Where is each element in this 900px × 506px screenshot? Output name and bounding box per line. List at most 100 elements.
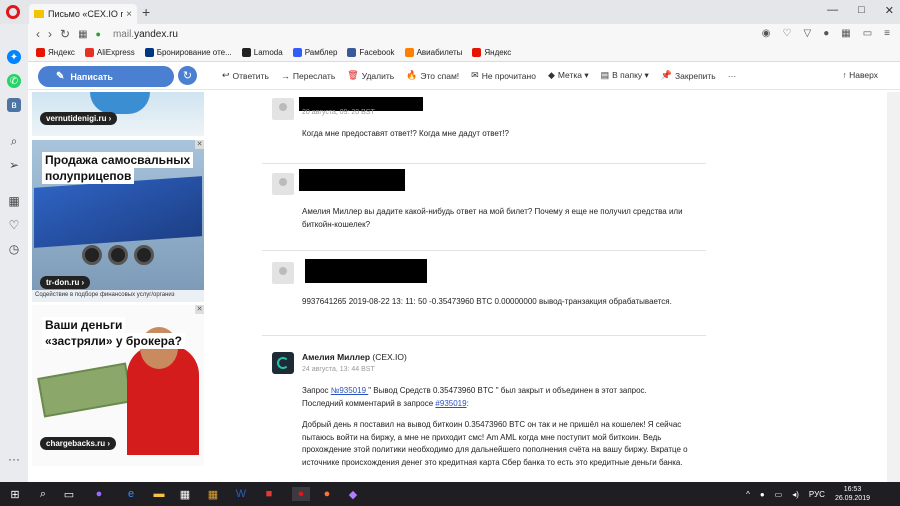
network-icon[interactable]: ▭ bbox=[775, 490, 783, 499]
tab-close-button[interactable]: × bbox=[126, 9, 132, 20]
ad-headline: Продажа самосвальных bbox=[42, 152, 194, 168]
new-tab-button[interactable]: + bbox=[142, 4, 150, 20]
message-body: Амелия Миллер вы дадите какой-нибудь отв… bbox=[302, 207, 683, 229]
language-indicator[interactable]: РУС bbox=[809, 490, 825, 499]
tray-app-icon[interactable]: ● bbox=[760, 490, 765, 499]
mail-thread: 20 августа, 09: 20 BST Когда мне предост… bbox=[212, 92, 887, 482]
bookmark-item[interactable]: Авиабилеты bbox=[404, 48, 462, 57]
search-icon[interactable]: ⌕ bbox=[36, 487, 50, 501]
request-link[interactable]: №935019 bbox=[331, 386, 369, 395]
opera-sidebar: ✦ ✆ в ⌕ ➢ ▦ ♡ ◷ ··· bbox=[0, 24, 28, 482]
action-icon: ▤ bbox=[600, 70, 610, 80]
menu-icon[interactable]: ≡ bbox=[884, 28, 890, 39]
bookmark-item[interactable]: Lamoda bbox=[241, 48, 283, 57]
back-arrow-icon[interactable]: ‹ bbox=[36, 27, 40, 41]
url-field[interactable]: mail.yandex.ru bbox=[113, 29, 178, 40]
whatsapp-icon[interactable]: ✆ bbox=[7, 74, 21, 88]
compose-button[interactable]: ✎ Написать bbox=[38, 66, 174, 87]
message-date: 20 августа, 09: 20 BST bbox=[302, 109, 375, 116]
task-view-icon[interactable]: ▭ bbox=[62, 487, 76, 501]
bookmark-label: Lamoda bbox=[253, 48, 283, 57]
opera-menu-icon[interactable] bbox=[6, 5, 20, 19]
vk-icon[interactable]: в bbox=[7, 98, 21, 112]
store-icon[interactable]: ▦ bbox=[178, 487, 192, 501]
camera-icon[interactable]: ◉ bbox=[762, 28, 771, 39]
bookmark-label: Facebook bbox=[359, 48, 395, 57]
piggy-bank-image bbox=[90, 92, 150, 114]
clock[interactable]: 16:53 26.09.2019 bbox=[835, 485, 870, 503]
action-button[interactable]: ◆ Метка ▾ bbox=[548, 70, 589, 81]
truck-image bbox=[34, 176, 202, 248]
pen-icon: ✎ bbox=[56, 71, 65, 82]
mail-tab-icon bbox=[34, 10, 44, 18]
ad-domain-tag[interactable]: vernutidenigi.ru › bbox=[40, 112, 118, 125]
ad-close-icon[interactable]: ✕ bbox=[195, 140, 204, 149]
extensions-icon[interactable]: ▦ bbox=[841, 28, 850, 39]
battery-icon[interactable]: ▭ bbox=[863, 28, 872, 39]
bookmark-item[interactable]: Бронирование оте... bbox=[144, 48, 232, 57]
heart-bookmark-icon[interactable]: ♡ bbox=[783, 28, 792, 39]
action-button[interactable]: ✉ Не прочитано bbox=[471, 70, 536, 81]
browser-tab[interactable]: Письмо «CEX.IO request» × bbox=[29, 4, 137, 24]
bookmark-item[interactable]: Яндекс bbox=[36, 48, 75, 57]
scroll-top-button[interactable]: ↑ Наверх bbox=[842, 70, 878, 80]
sender-name[interactable]: Амелия Миллер (CEX.IO) bbox=[302, 352, 407, 362]
close-window-button[interactable]: ✕ bbox=[885, 4, 894, 17]
ad-close-icon[interactable]: ✕ bbox=[195, 305, 204, 314]
bookmark-item[interactable]: Яндекс bbox=[472, 48, 511, 57]
download-icon[interactable]: ▽ bbox=[804, 28, 812, 39]
chevron-up-icon[interactable]: ^ bbox=[746, 490, 750, 499]
action-label: Закрепить bbox=[675, 70, 716, 81]
bookmark-item[interactable]: AliExpress bbox=[84, 48, 135, 57]
scrollbar[interactable] bbox=[887, 92, 900, 482]
reload-icon[interactable]: ↻ bbox=[60, 27, 70, 41]
bookmark-label: Яндекс bbox=[484, 48, 512, 57]
more-icon[interactable]: ··· bbox=[7, 452, 21, 466]
history-icon[interactable]: ◷ bbox=[7, 242, 21, 256]
bookmark-favicon-icon bbox=[84, 48, 94, 57]
ad-domain-tag[interactable]: tr-don.ru › bbox=[40, 276, 91, 289]
action-button[interactable]: ··· bbox=[728, 70, 737, 81]
scroll-top-label: Наверх bbox=[849, 70, 878, 80]
bookmark-favicon-icon bbox=[347, 48, 357, 57]
sender-avatar bbox=[272, 262, 294, 284]
ad-chargebacks[interactable]: Ваши деньги «застряли» у брокера? charge… bbox=[32, 305, 204, 466]
minimize-button[interactable]: — bbox=[827, 4, 838, 17]
action-label: Метка ▾ bbox=[557, 70, 589, 80]
ad-tr-don[interactable]: Продажа самосвальных полуприцепов tr-don… bbox=[32, 140, 204, 302]
bookmark-item[interactable]: Рамблер bbox=[292, 48, 337, 57]
forward-arrow-icon[interactable]: › bbox=[48, 27, 52, 41]
app-icon[interactable]: ▦ bbox=[206, 487, 220, 501]
app-icon[interactable]: ◆ bbox=[346, 487, 360, 501]
alice-icon[interactable]: ● bbox=[92, 487, 106, 501]
word-icon[interactable]: W bbox=[234, 487, 248, 501]
money-image bbox=[37, 362, 133, 418]
refresh-button[interactable]: ↻ bbox=[178, 66, 197, 85]
bookmark-item[interactable]: Facebook bbox=[347, 48, 395, 57]
windows-start-icon[interactable]: ⊞ bbox=[8, 487, 22, 501]
heart-icon[interactable]: ♡ bbox=[7, 218, 21, 232]
action-button[interactable]: 🔥 Это спам! bbox=[406, 70, 459, 81]
ad-vernutidenigi[interactable]: vernutidenigi.ru › bbox=[32, 92, 204, 136]
request-link[interactable]: #935019 bbox=[435, 399, 466, 408]
action-button[interactable]: ↩ Ответить bbox=[222, 70, 269, 81]
search-icon[interactable]: ⌕ bbox=[7, 134, 21, 148]
speed-dial-icon[interactable]: ▦ bbox=[7, 194, 21, 208]
media-icon[interactable]: ■ bbox=[262, 487, 276, 501]
volume-icon[interactable]: ◂) bbox=[792, 490, 799, 499]
action-button[interactable]: ▤ В папку ▾ bbox=[601, 70, 649, 81]
ad-domain-tag[interactable]: chargebacks.ru › bbox=[40, 437, 117, 450]
speed-dial-grid-icon[interactable]: ▦ bbox=[78, 29, 87, 40]
send-icon[interactable]: ➢ bbox=[7, 158, 21, 172]
action-button[interactable]: → Переслать bbox=[281, 70, 335, 81]
firefox-icon[interactable]: ● bbox=[320, 487, 334, 501]
maximize-button[interactable]: □ bbox=[858, 4, 865, 17]
opera-taskbar-icon[interactable]: ● bbox=[292, 487, 310, 501]
messenger-icon[interactable]: ✦ bbox=[7, 50, 21, 64]
vpn-icon[interactable]: ● bbox=[823, 28, 829, 39]
explorer-icon[interactable]: ▬ bbox=[152, 487, 166, 501]
action-button[interactable]: 📌 Закрепить bbox=[661, 70, 716, 81]
action-button[interactable]: 🗑 Удалить bbox=[347, 70, 394, 81]
edge-icon[interactable]: e bbox=[124, 487, 138, 501]
action-icon: 🔥 bbox=[406, 70, 418, 80]
